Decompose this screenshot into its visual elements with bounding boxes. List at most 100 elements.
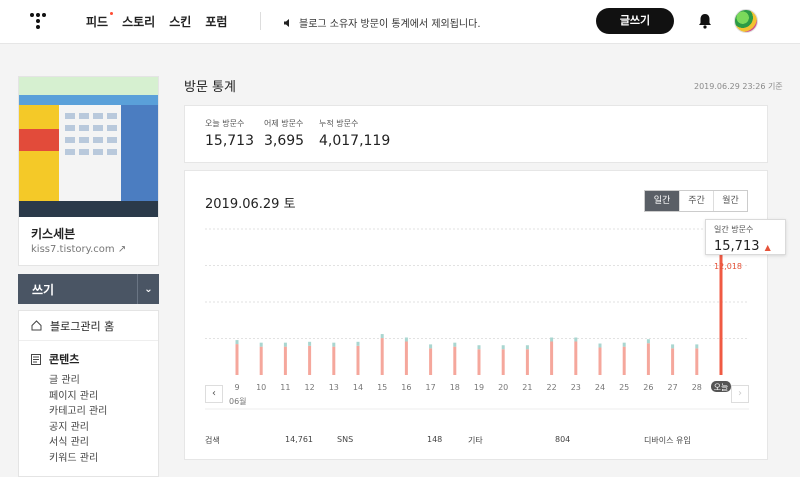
list-item[interactable]: 서식 관리	[31, 435, 146, 451]
x-tick-label: 13	[329, 383, 339, 392]
chart-bar[interactable]	[477, 349, 481, 375]
notice-text: 블로그 소유자 방문이 통계에서 제외됩니다.	[299, 19, 481, 30]
chart-bar[interactable]	[356, 345, 360, 375]
chart-bar-cap	[259, 342, 263, 347]
x-tick-label: 25	[619, 383, 629, 392]
nav-feed[interactable]: 피드	[86, 12, 114, 30]
blog-name[interactable]: 키스세븐	[19, 217, 158, 244]
chart-bar[interactable]	[646, 343, 650, 375]
chart-bar-cap	[308, 341, 312, 346]
chart-bar[interactable]	[574, 341, 578, 375]
blog-card[interactable]: 키스세븐 kiss7.tistory.com ↗	[18, 76, 159, 266]
chart-bar-cap	[598, 343, 602, 348]
x-tick-label: 20	[498, 383, 508, 392]
chart-bar-cap	[525, 345, 529, 350]
x-tick-label: 19	[474, 383, 484, 392]
chart-bar[interactable]	[501, 349, 505, 375]
new-dot-icon	[110, 12, 114, 15]
speaker-icon	[284, 18, 289, 27]
x-tick-label: 21	[522, 383, 532, 392]
chart-bar-cap	[283, 342, 287, 347]
x-tick-label: 28	[692, 383, 702, 392]
chart-bar[interactable]	[525, 349, 529, 375]
x-tick-label: 26	[643, 383, 653, 392]
menu-contents-head[interactable]: 콘텐츠	[31, 351, 146, 367]
chart-bar-cap	[404, 337, 408, 342]
chart-bar[interactable]	[622, 346, 626, 375]
x-tick-label: 14	[353, 383, 363, 392]
chart-bar[interactable]	[550, 341, 554, 375]
blog-thumbnail	[19, 77, 158, 217]
document-icon	[31, 353, 41, 365]
admin-menu: 블로그관리 홈 콘텐츠 글 관리 페이지 관리 카테고리 관리 공지 관리 서식…	[18, 310, 159, 477]
chevron-down-icon[interactable]: ⌄	[137, 274, 159, 304]
stat-yesterday: 어제 방문수 3,695	[264, 119, 305, 149]
chart-bar[interactable]	[308, 345, 312, 375]
chart-bar[interactable]	[429, 348, 433, 375]
chart-bar-cap	[477, 345, 481, 350]
chart-bar-cap	[622, 342, 626, 347]
chart-bar-cap	[356, 341, 360, 346]
write-button[interactable]: 글쓰기	[596, 8, 674, 34]
nav-forum[interactable]: 포럼	[205, 13, 227, 30]
list-item[interactable]: 페이지 관리	[31, 389, 146, 405]
visit-summary: 오늘 방문수 15,713 어제 방문수 3,695 누적 방문수 4,017,119	[184, 105, 768, 163]
chart-bar-cap	[501, 345, 505, 350]
visits-chart: 9 10 11 12 13 14 15 16 17 18 19 20 21 22 23 24 25 26 27 28 오…	[205, 228, 749, 410]
bell-icon[interactable]	[698, 13, 712, 29]
chart-bar[interactable]	[283, 346, 287, 375]
x-tick-label: 12	[305, 383, 315, 392]
source-value: 804	[555, 435, 571, 444]
top-header: 피드 스토리 스킨 포럼 블로그 소유자 방문이 통계에서 제외됩니다. 글쓰기	[0, 0, 800, 44]
list-item[interactable]: 공지 관리	[31, 420, 146, 436]
chart-bar[interactable]	[259, 346, 263, 375]
nav-skin[interactable]: 스킨	[169, 13, 191, 30]
chart-bar[interactable]	[235, 344, 239, 375]
chart-bar-cap	[235, 340, 239, 345]
chart-bar-cap	[453, 342, 457, 347]
prev-button[interactable]: ‹	[205, 385, 223, 403]
page-title: 방문 통계	[184, 80, 236, 95]
list-item[interactable]: 글 관리	[31, 373, 146, 389]
timestamp: 2019.06.29 23:26 기준	[694, 82, 783, 91]
source-value: 14,761	[285, 435, 313, 444]
next-button[interactable]: ›	[731, 385, 749, 403]
notice: 블로그 소유자 방문이 통계에서 제외됩니다.	[283, 15, 481, 30]
chart-bar[interactable]	[671, 348, 675, 375]
chart-bar[interactable]	[598, 347, 602, 375]
x-tick-label: 18	[450, 383, 460, 392]
home-icon	[31, 320, 42, 331]
stat-total: 누적 방문수 4,017,119	[319, 119, 391, 149]
chart-bar[interactable]	[380, 338, 384, 375]
source-label: 디바이스 유입	[644, 436, 691, 445]
blog-url[interactable]: kiss7.tistory.com ↗	[19, 244, 158, 265]
nav-story[interactable]: 스토리	[122, 13, 155, 30]
x-tick-label: 27	[668, 383, 678, 392]
x-tick-label: 23	[571, 383, 581, 392]
sidebar: 키스세븐 kiss7.tistory.com ↗ 쓰기 ⌄ 블로그관리 홈 콘텐…	[18, 76, 159, 477]
list-item[interactable]: 키워드 관리	[31, 451, 146, 467]
external-link-icon: ↗	[117, 244, 127, 255]
chart-bar-cap	[695, 344, 699, 349]
chart-bar-cap	[646, 339, 650, 344]
list-item[interactable]: 카테고리 관리	[31, 404, 146, 420]
avatar[interactable]	[734, 9, 758, 33]
chart-tooltip: 일간 방문수 15,713 ▲ 12,018	[705, 219, 786, 271]
tistory-logo[interactable]	[30, 13, 46, 31]
x-tick-label: 11	[280, 383, 290, 392]
chart-bar-cap	[574, 337, 578, 342]
chart-bar[interactable]	[453, 346, 457, 375]
source-value: 148	[427, 435, 443, 444]
chart-bar[interactable]	[695, 348, 699, 375]
main-nav: 피드 스토리 스킨 포럼	[86, 12, 227, 30]
x-tick-label: 9	[234, 383, 239, 392]
chart-bar-cap	[550, 337, 554, 342]
chart-bar[interactable]	[332, 346, 336, 375]
menu-contents: 콘텐츠 글 관리 페이지 관리 카테고리 관리 공지 관리 서식 관리 키워드 …	[19, 341, 158, 476]
source-label: 검색	[205, 436, 220, 445]
x-tick-label: 17	[426, 383, 436, 392]
write-bar[interactable]: 쓰기 ⌄	[18, 274, 159, 304]
menu-home[interactable]: 블로그관리 홈	[19, 311, 158, 341]
x-tick-label: 24	[595, 383, 605, 392]
chart-bar[interactable]	[404, 341, 408, 375]
